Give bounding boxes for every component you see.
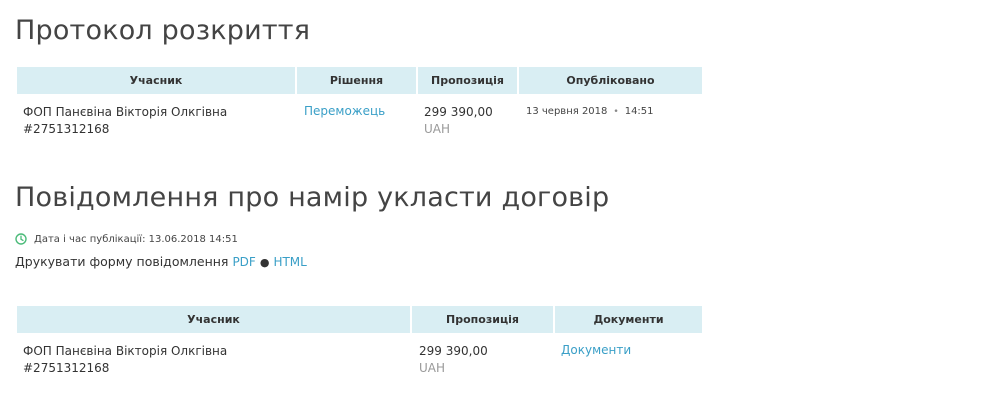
decision-cell: Переможець [296, 94, 417, 138]
column-header-offer: Пропозиція [411, 306, 555, 333]
protocol-title: Протокол розкриття [15, 15, 311, 46]
offer-currency: UAH [419, 361, 446, 375]
notice-title: Повідомлення про намір укласти договір [15, 182, 610, 213]
published-time: 14:51 [624, 106, 654, 117]
print-form-label: Друкувати форму повідомлення [15, 254, 229, 269]
column-header-decision: Рішення [296, 67, 418, 94]
column-header-documents: Документи [554, 306, 702, 333]
table-row: ФОП Панєвіна Вікторія Олкгівна #27513121… [17, 94, 702, 138]
offer-currency: UAH [424, 122, 451, 136]
column-header-offer: Пропозиція [417, 67, 519, 94]
offer-amount: 299 390,00 [419, 344, 488, 358]
participant-cell: ФОП Панєвіна Вікторія Олкгівна #27513121… [17, 94, 296, 138]
notice-table: Учасник Пропозиція Документи ФОП Панєвін… [17, 306, 702, 377]
publication-info: Дата і час публікації: 13.06.2018 14:51 [15, 233, 238, 245]
documents-cell: Документи [554, 333, 702, 377]
separator-bullet: ● [259, 256, 270, 269]
notice-header-row: Учасник Пропозиція Документи [17, 306, 702, 333]
participant-code: #2751312168 [23, 361, 110, 375]
documents-link[interactable]: Документи [561, 343, 631, 357]
print-form-line: Друкувати форму повідомлення PDF ● HTML [15, 254, 307, 269]
published-date: 13 червня 2018 [526, 106, 608, 117]
clock-icon [15, 233, 27, 245]
offer-cell: 299 390,00 UAH [411, 333, 554, 377]
column-header-participant: Учасник [17, 67, 297, 94]
column-header-published: Опубліковано [518, 67, 702, 94]
protocol-table: Учасник Рішення Пропозиція Опубліковано … [17, 67, 702, 138]
offer-amount: 299 390,00 [424, 105, 493, 119]
column-header-participant: Учасник [17, 306, 412, 333]
participant-code: #2751312168 [23, 122, 110, 136]
html-link[interactable]: HTML [273, 255, 306, 269]
published-cell: 13 червня 2018 • 14:51 [518, 94, 702, 138]
participant-name: ФОП Панєвіна Вікторія Олкгівна [23, 344, 228, 358]
page: Протокол розкриття Учасник Рішення Пропо… [0, 0, 1000, 402]
pdf-link[interactable]: PDF [232, 255, 255, 269]
table-row: ФОП Панєвіна Вікторія Олкгівна #27513121… [17, 333, 702, 377]
separator-dot: • [613, 107, 619, 117]
participant-name: ФОП Панєвіна Вікторія Олкгівна [23, 105, 228, 119]
winner-link[interactable]: Переможець [304, 104, 385, 118]
participant-cell: ФОП Панєвіна Вікторія Олкгівна #27513121… [17, 333, 411, 377]
publication-datetime: Дата і час публікації: 13.06.2018 14:51 [34, 233, 238, 245]
offer-cell: 299 390,00 UAH [417, 94, 518, 138]
protocol-header-row: Учасник Рішення Пропозиція Опубліковано [17, 67, 702, 94]
